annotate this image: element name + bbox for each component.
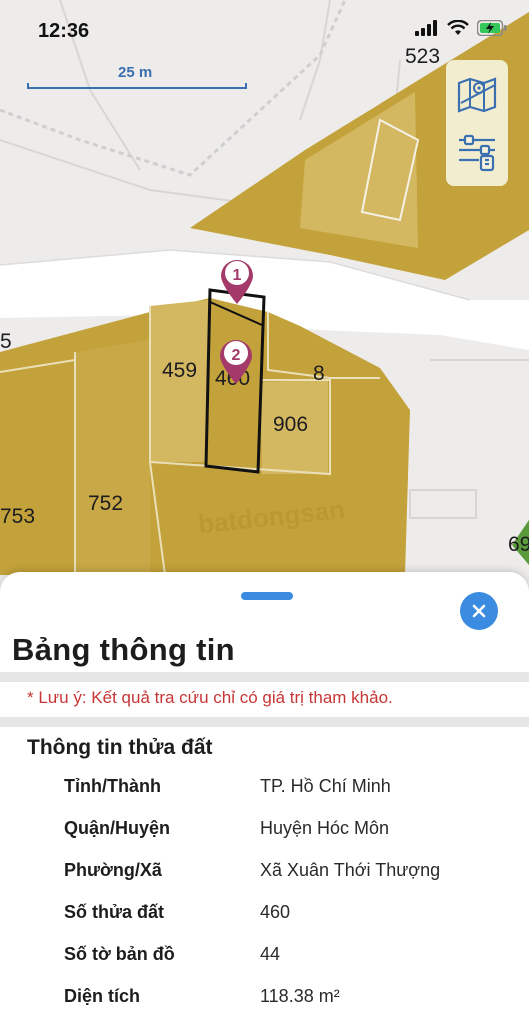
battery-charging-icon (477, 20, 507, 36)
sliders-icon (459, 134, 495, 171)
map-scale-label: 25 m (118, 64, 153, 81)
divider (0, 717, 529, 727)
sheet-title: Bảng thông tin (12, 632, 235, 667)
info-row-parcel-number: Số thửa đất 460 (0, 898, 529, 940)
status-bar: 12:36 (0, 0, 529, 56)
marker-2-label: 2 (232, 347, 241, 364)
row-value: 460 (260, 902, 291, 922)
marker-1-label: 1 (233, 267, 242, 284)
wifi-icon (447, 20, 469, 35)
row-label: Diện tích (64, 986, 141, 1006)
info-row-district: Quận/Huyện Huyện Hóc Môn (0, 814, 529, 856)
parcel-label-752: 752 (88, 492, 123, 515)
map-layers-button[interactable] (453, 71, 501, 119)
status-time: 12:36 (38, 20, 90, 42)
row-value: 44 (260, 944, 281, 964)
row-label: Số thửa đất (64, 902, 165, 922)
parcel-label-906: 906 (273, 413, 308, 436)
parcel-label-8: 8 (313, 362, 325, 385)
row-label: Tỉnh/Thành (64, 776, 161, 796)
map-scale-bar (27, 83, 247, 89)
status-icons (415, 20, 507, 36)
info-bottom-sheet: Bảng thông tin * Lưu ý: Kết quả tra cứu … (0, 572, 529, 1024)
row-value: Xã Xuân Thới Thượng (260, 860, 441, 880)
info-row-province: Tỉnh/Thành TP. Hồ Chí Minh (0, 772, 529, 814)
divider (0, 672, 529, 682)
parcel-label-459: 459 (162, 359, 197, 382)
row-value: 118.38 m² (260, 986, 340, 1006)
sheet-grabber[interactable] (241, 592, 293, 600)
row-label: Số tờ bản đồ (64, 944, 175, 964)
info-row-area: Diện tích 118.38 m² (0, 982, 529, 1024)
disclaimer-note: * Lưu ý: Kết quả tra cứu chỉ có giá trị … (27, 688, 393, 707)
parcel-label-5: 5 (0, 330, 12, 353)
row-value: Huyện Hóc Môn (260, 818, 390, 838)
row-value: TP. Hồ Chí Minh (260, 776, 391, 796)
close-button[interactable] (460, 592, 498, 630)
row-label: Phường/Xã (64, 860, 162, 880)
parcel-label-69: 69 (508, 533, 529, 556)
parcel-label-753: 753 (0, 505, 35, 528)
section-title-parcel-info: Thông tin thửa đất (27, 736, 213, 759)
signal-icon (415, 20, 437, 36)
info-row-map-sheet: Số tờ bản đồ 44 (0, 940, 529, 982)
info-row-ward: Phường/Xã Xã Xuân Thới Thượng (0, 856, 529, 898)
close-icon (472, 604, 486, 618)
map-settings-button[interactable] (453, 128, 501, 176)
map-layers-icon (457, 76, 497, 113)
row-label: Quận/Huyện (64, 818, 171, 838)
map-tools-panel (446, 60, 508, 186)
